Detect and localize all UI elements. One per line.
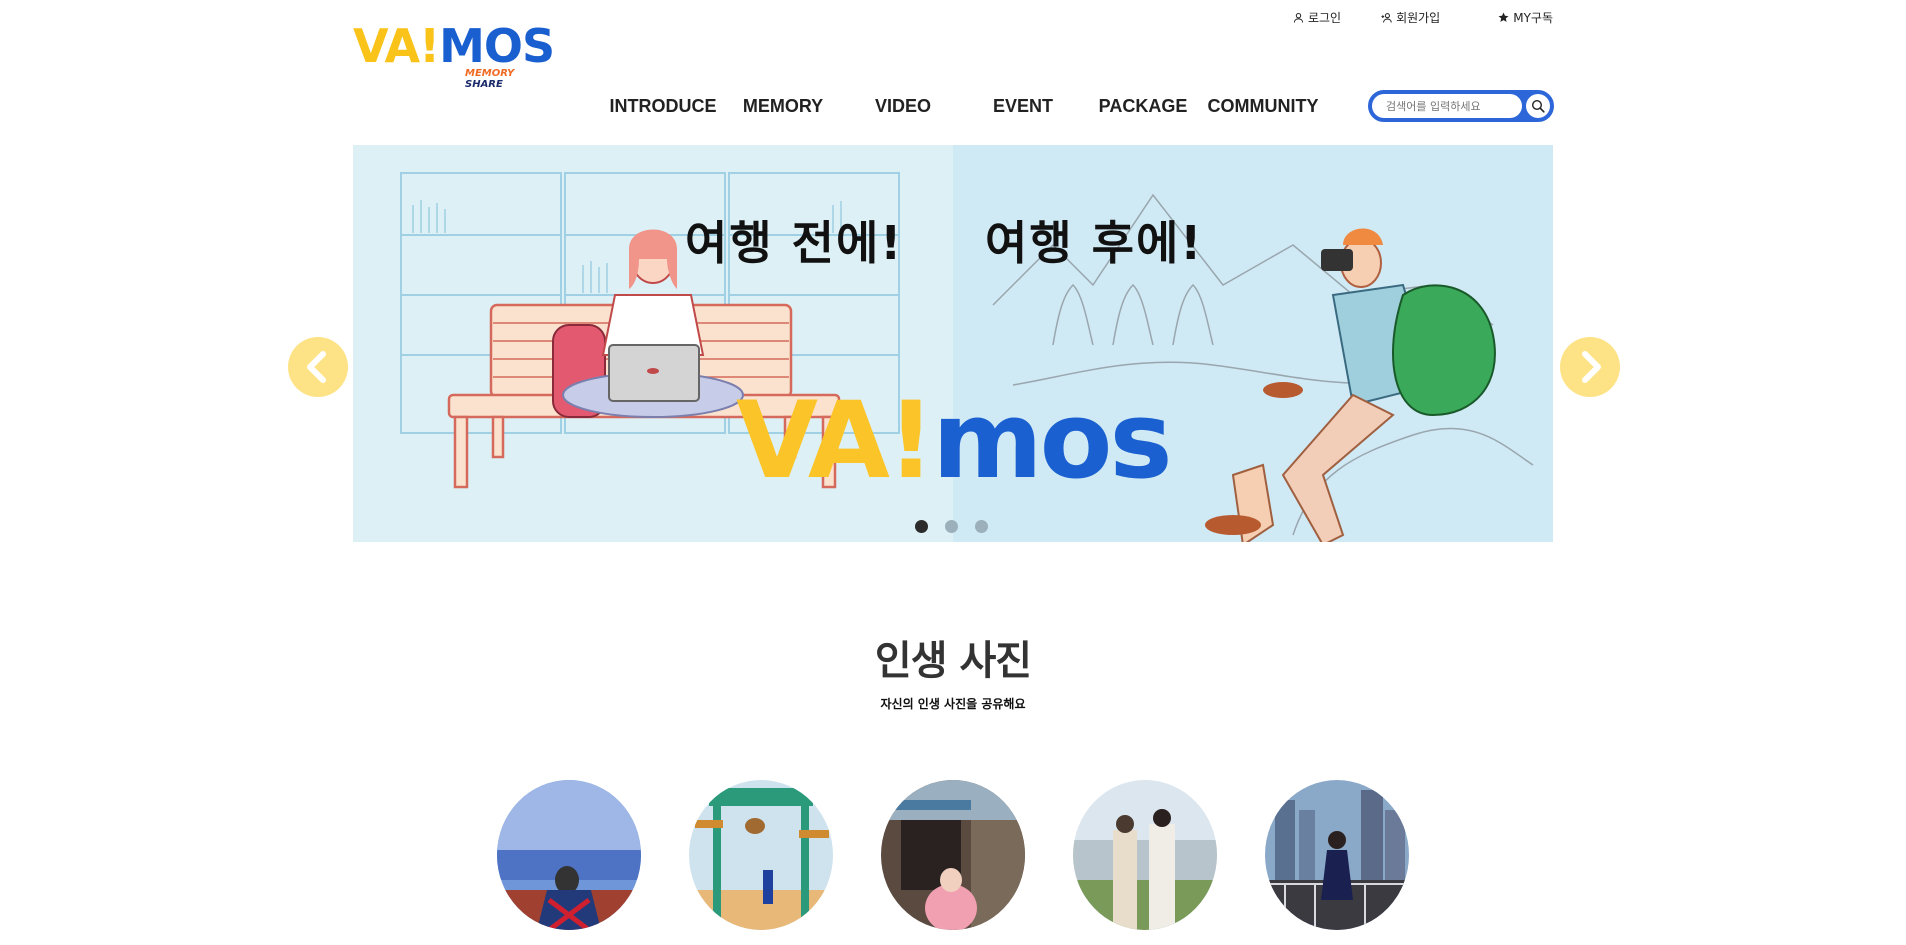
photo-image [1265,780,1409,930]
nav-item-package[interactable]: PACKAGE [1083,96,1203,117]
photo-item-4[interactable] [1073,780,1217,930]
login-link[interactable]: 로그인 [1293,9,1341,26]
photo-image [689,780,833,930]
nav-item-event[interactable]: EVENT [963,96,1083,117]
photo-image [497,780,641,930]
slide-dot-3[interactable] [975,520,988,533]
hero-banner: 여행 전에! 여행 후에! VA!mos [353,145,1553,542]
user-add-icon [1381,13,1392,23]
carousel-prev-button[interactable] [288,337,348,397]
banner-heading-after: 여행 후에! [985,216,1204,270]
chevron-left-icon [307,351,326,383]
utility-links: 로그인 회원가입 MY구독 [1293,9,1553,26]
search-button[interactable] [1526,94,1550,118]
slide-indicator [915,520,988,533]
nav-item-video[interactable]: VIDEO [843,96,963,117]
photo-item-3[interactable] [881,780,1025,930]
photo-item-1[interactable] [497,780,641,930]
photo-list [497,780,1409,930]
banner-logo-blue: mos [932,379,1172,502]
logo-word-blue: MOS [439,19,555,73]
slide-dot-2[interactable] [945,520,958,533]
search-icon [1531,99,1545,113]
slide-dot-1[interactable] [915,520,928,533]
user-icon [1293,12,1304,23]
logo-tagline: MEMORY SHARE [465,68,553,90]
banner-logo-yellow: VA! [736,379,935,502]
photo-item-2[interactable] [689,780,833,930]
photo-item-5[interactable] [1265,780,1409,930]
star-icon [1498,12,1509,22]
login-label: 로그인 [1307,11,1342,25]
search-input[interactable] [1372,94,1522,118]
nav-item-memory[interactable]: MEMORY [723,96,843,117]
section-title: 인생 사진 [874,638,1032,684]
photo-image [881,780,1025,930]
site-logo[interactable]: VA!MOS MEMORY SHARE [353,19,555,90]
section-subtitle: 자신의 인생 사진을 공유해요 [880,697,1026,711]
banner-heading-before: 여행 전에! [685,216,904,270]
main-nav: INTRODUCE MEMORY VIDEO EVENT PACKAGE COM… [603,96,1323,117]
carousel-next-button[interactable] [1560,337,1620,397]
my-subscribe-link[interactable]: MY구독 [1498,9,1553,26]
logo-tagline-share: SHARE [465,79,503,90]
photo-image [1073,780,1217,930]
logo-wordmark: VA!MOS [353,19,555,73]
chevron-right-icon [1582,351,1601,383]
join-label: 회원가입 [1396,11,1441,25]
banner-logo-word: VA!mos [736,379,1173,502]
my-subscribe-label: MY구독 [1513,11,1553,25]
nav-item-introduce[interactable]: INTRODUCE [603,96,723,117]
logo-word-yellow: VA! [353,19,440,73]
join-link[interactable]: 회원가입 [1381,9,1440,26]
logo-tagline-memory: MEMORY [465,68,515,79]
nav-item-community[interactable]: COMMUNITY [1203,96,1323,117]
search-box [1368,90,1554,122]
